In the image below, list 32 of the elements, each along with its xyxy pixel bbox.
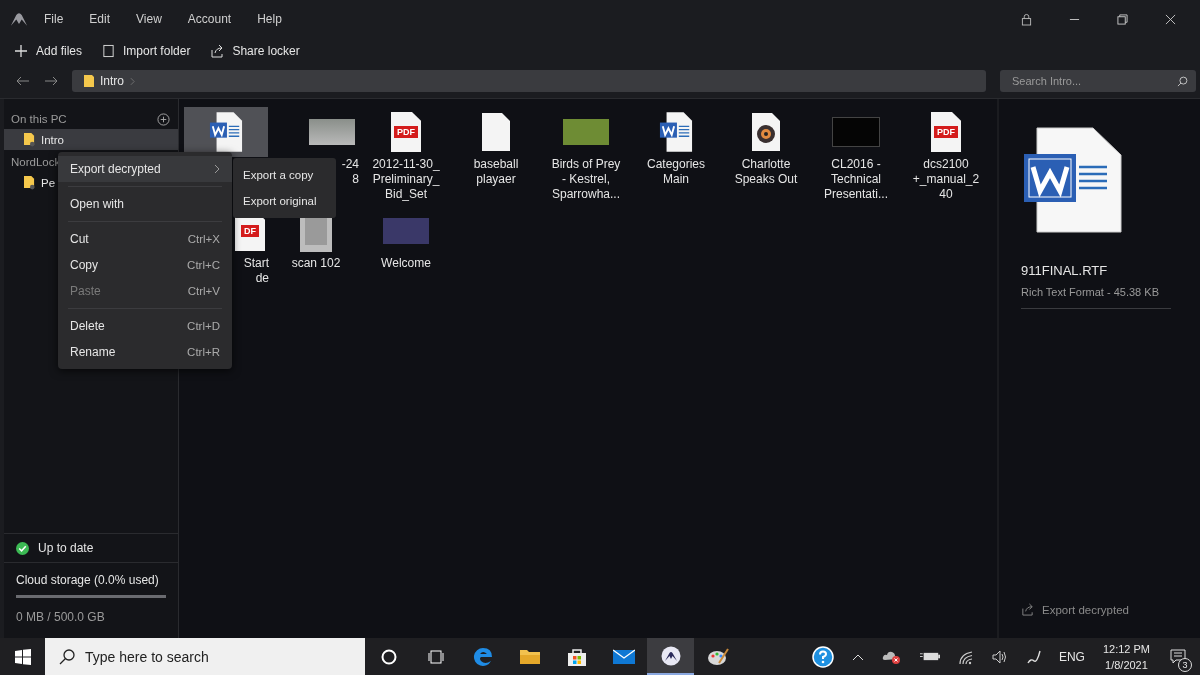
file-name: Birds of Prey - Kestrel, Sparrowha...: [551, 157, 621, 202]
sync-status: Up to date: [38, 541, 94, 555]
menu-label: Copy: [70, 258, 98, 272]
file-name: scan 102: [291, 256, 341, 271]
storage-detail: 0 MB / 500.0 GB: [16, 610, 106, 624]
storage-label: Cloud storage (0.0% used): [16, 573, 160, 587]
menu-label: Rename: [70, 345, 116, 359]
file-name: CL2016 - Technical Presentati...: [824, 157, 888, 202]
shortcut-label: Ctrl+R: [187, 346, 220, 358]
file-name: Charlotte Speaks Out: [734, 157, 798, 187]
section-heading: On this PC: [11, 113, 67, 125]
file-name: -24 8: [341, 157, 359, 187]
shortcut-label: Ctrl+D: [187, 320, 220, 332]
menu-label: Paste: [70, 284, 101, 298]
menu-label: Delete: [70, 319, 105, 333]
menu-label: Export decrypted: [70, 162, 161, 176]
file-name: Categories Main: [647, 157, 705, 187]
file-name: dcs2100 +_manual_2 40: [912, 157, 980, 202]
pdf-document-icon: PDF: [931, 112, 961, 152]
shortcut-label: Ctrl+X: [187, 233, 220, 245]
shortcut-label: Ctrl+C: [187, 259, 220, 271]
file-name: Welcome: [381, 256, 431, 271]
file-name: Start de: [243, 256, 269, 286]
menu-label: Open with: [70, 197, 125, 211]
file-info: Rich Text Format - 45.38 KB: [1021, 286, 1160, 298]
menu-label: Cut: [70, 232, 89, 246]
section-heading: NordLock: [11, 156, 61, 168]
file-name: 2012-11-30_ Preliminary_ Bid_Set: [372, 157, 440, 202]
file-name: baseball playaer: [473, 157, 519, 187]
shortcut-label: Ctrl+V: [187, 285, 220, 297]
pdf-document-icon: PDF: [391, 112, 421, 152]
file-title: 911FINAL.RTF: [1021, 263, 1109, 278]
